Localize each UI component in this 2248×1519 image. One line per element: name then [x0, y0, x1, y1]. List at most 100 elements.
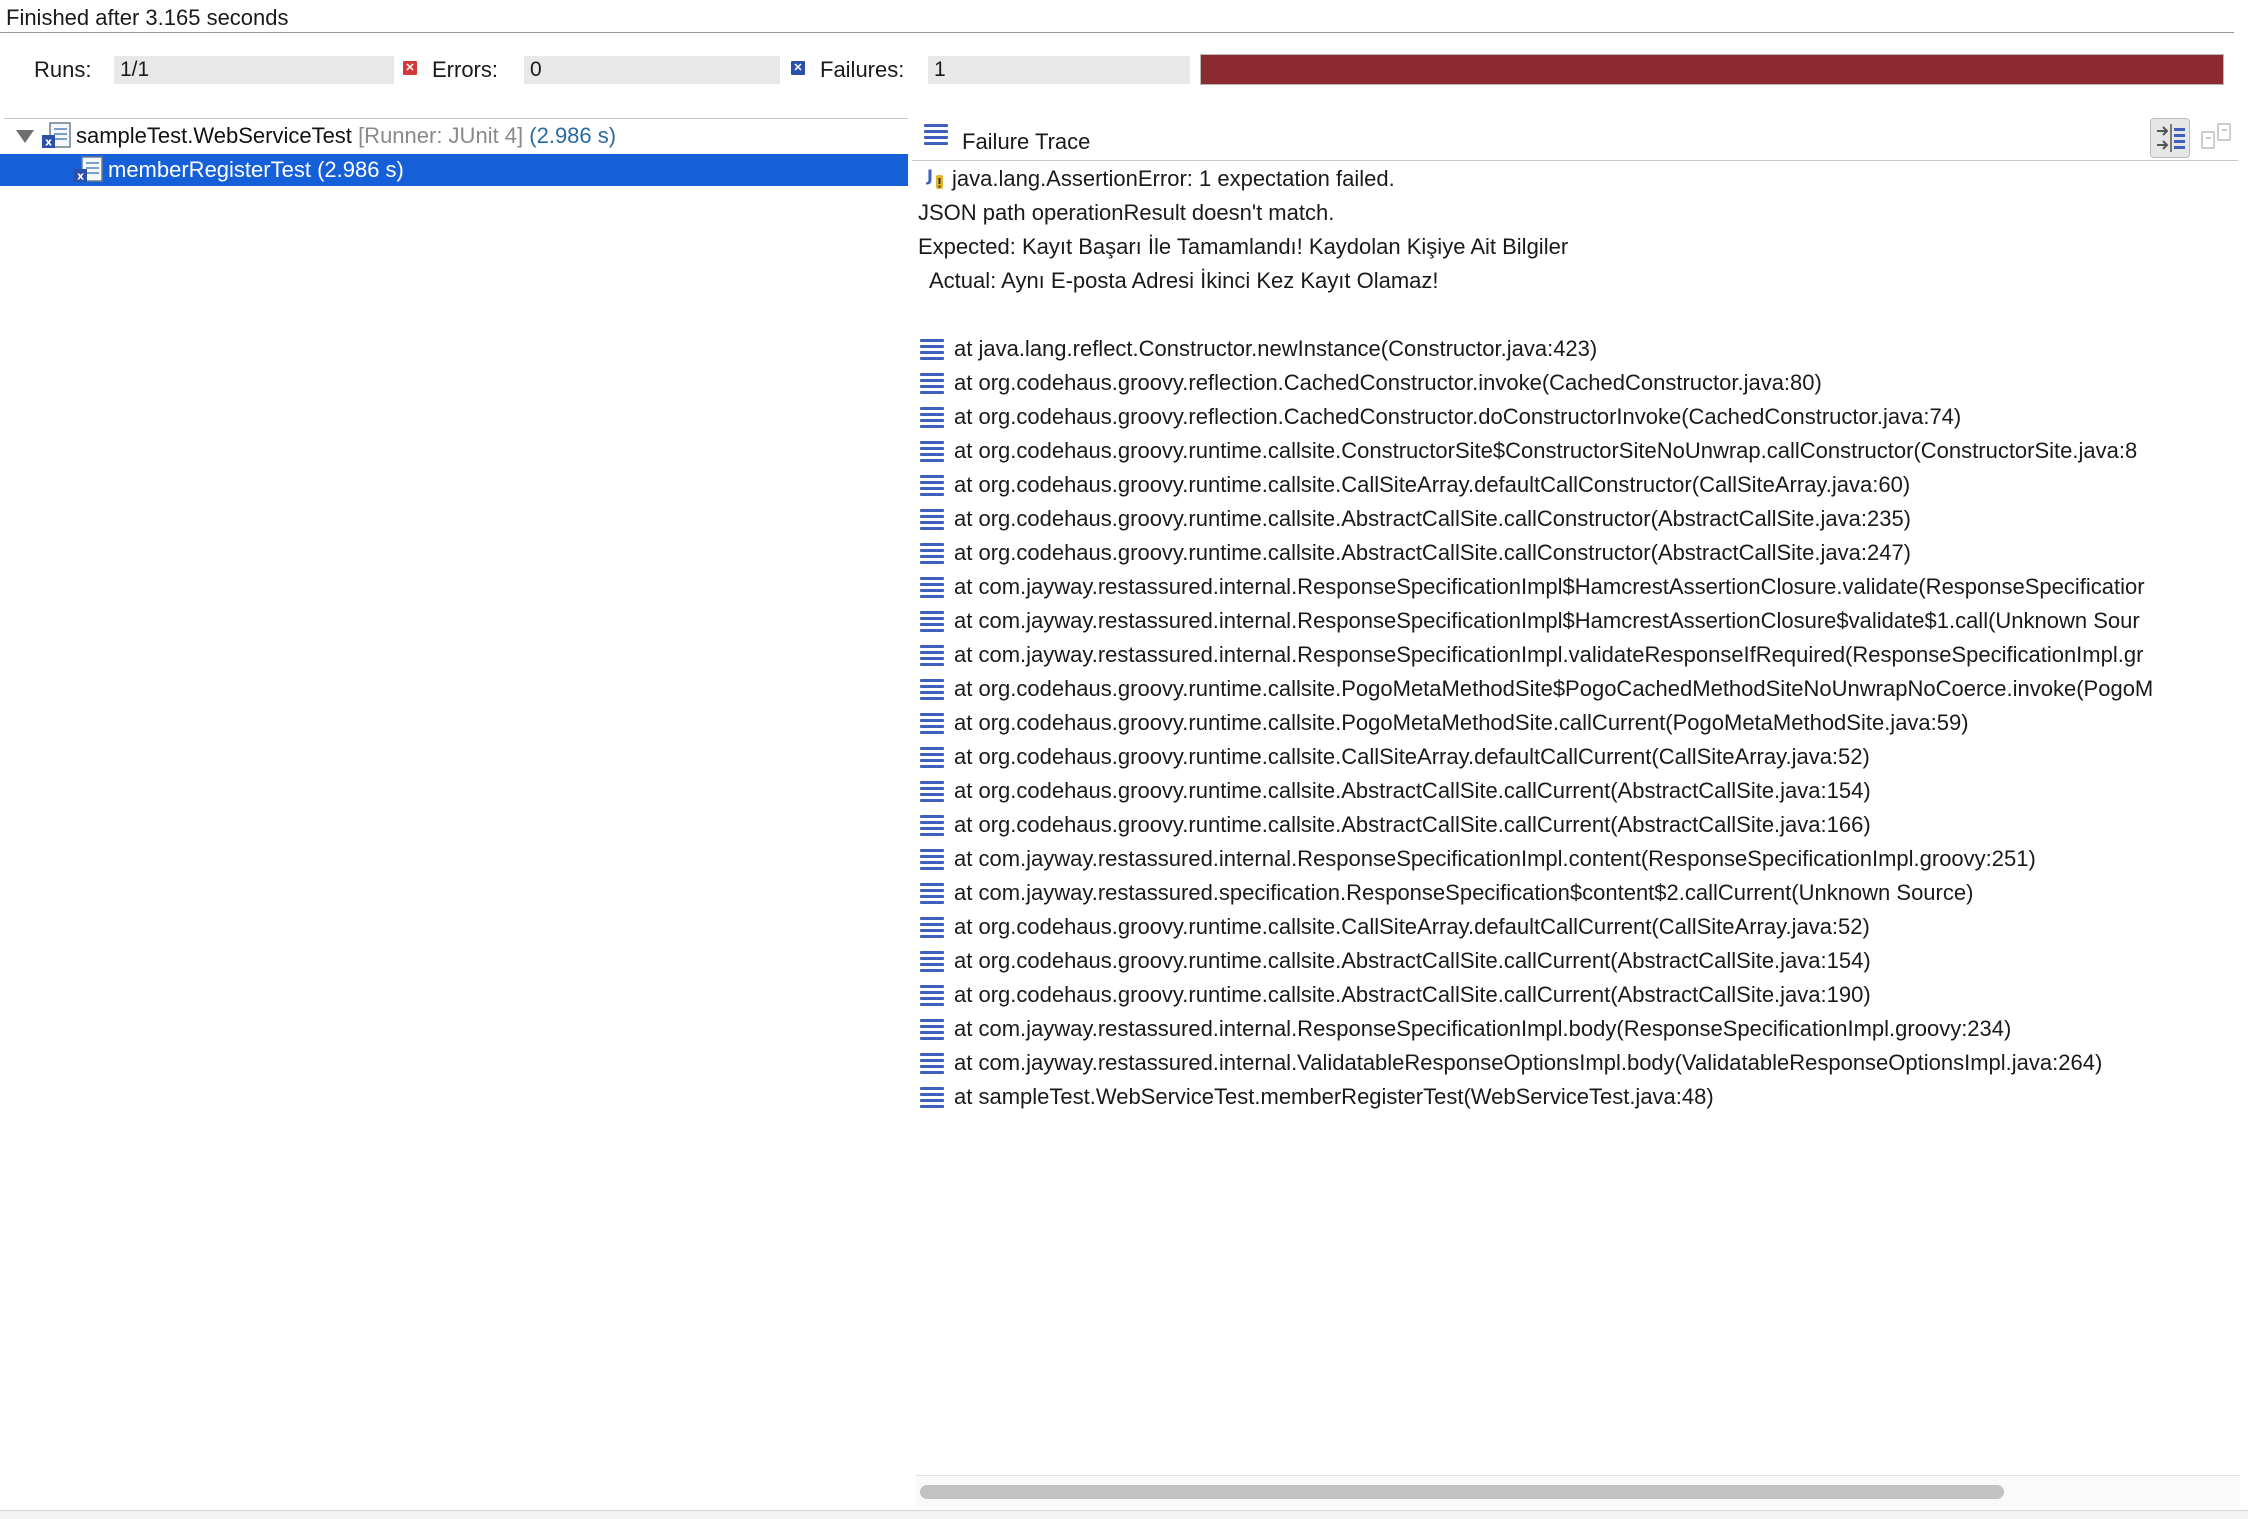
progress-fill	[1201, 55, 2223, 84]
stack-frame-icon	[920, 577, 944, 598]
stack-frame[interactable]: at org.codehaus.groovy.runtime.callsite.…	[918, 672, 2238, 706]
stack-trace-icon	[924, 124, 948, 145]
tree-item-test[interactable]: x memberRegisterTest (2.986 s)	[0, 154, 908, 186]
stack-frame-text: at com.jayway.restassured.internal.Respo…	[954, 642, 2144, 667]
stack-frame-icon	[920, 1053, 944, 1074]
stack-frame-icon	[920, 747, 944, 768]
errors-label: Errors:	[432, 57, 498, 82]
trace-title: Failure Trace	[962, 129, 1091, 154]
stack-frame[interactable]: at org.codehaus.groovy.runtime.callsite.…	[918, 910, 2238, 944]
trace-message-line[interactable]: JSON path operationResult doesn't match.	[918, 196, 2238, 230]
runs-value: 1/1	[114, 56, 394, 84]
stack-frame-text: at org.codehaus.groovy.runtime.callsite.…	[954, 676, 2154, 701]
stack-frame-text: at org.codehaus.groovy.runtime.callsite.…	[954, 540, 1912, 565]
divider	[0, 32, 2234, 33]
stack-frame[interactable]: at java.lang.reflect.Constructor.newInst…	[918, 332, 2238, 366]
stack-frame-text: at com.jayway.restassured.specification.…	[954, 880, 1974, 905]
stack-frame[interactable]: at org.codehaus.groovy.reflection.Cached…	[918, 366, 2238, 400]
stack-frame-icon	[920, 611, 944, 632]
stack-frame[interactable]: at org.codehaus.groovy.runtime.callsite.…	[918, 944, 2238, 978]
stack-frame-icon	[920, 781, 944, 802]
stack-frame[interactable]: at org.codehaus.groovy.reflection.Cached…	[918, 400, 2238, 434]
trace-message-line[interactable]: Expected: Kayıt Başarı İle Tamamlandı! K…	[918, 230, 2238, 264]
trace-message-line[interactable]: Actual: Aynı E-posta Adresi İkinci Kez K…	[918, 264, 2238, 298]
stack-frame[interactable]: at org.codehaus.groovy.runtime.callsite.…	[918, 706, 2238, 740]
stack-frame[interactable]: at org.codehaus.groovy.runtime.callsite.…	[918, 468, 2238, 502]
status-text: Finished after 3.165 seconds	[6, 5, 289, 30]
compare-results-icon	[2201, 123, 2231, 149]
stack-frame-text: at sampleTest.WebServiceTest.memberRegis…	[954, 1084, 1714, 1109]
stack-frame-text: at com.jayway.restassured.internal.Respo…	[954, 846, 2036, 871]
horizontal-scrollbar[interactable]	[916, 1475, 2240, 1506]
stack-frame-icon	[920, 543, 944, 564]
stack-frame[interactable]: at org.codehaus.groovy.runtime.callsite.…	[918, 740, 2238, 774]
stack-frame-text: at com.jayway.restassured.internal.Respo…	[954, 608, 2140, 633]
stack-frame-text: at org.codehaus.groovy.runtime.callsite.…	[954, 778, 1871, 803]
stack-frame-icon	[920, 645, 944, 666]
stack-frame-icon	[920, 407, 944, 428]
test-tree[interactable]: x sampleTest.WebServiceTest [Runner: JUn…	[0, 118, 910, 1518]
errors-value: 0	[524, 56, 780, 84]
stack-frame-icon	[920, 475, 944, 496]
stack-frame[interactable]: at com.jayway.restassured.internal.Respo…	[918, 638, 2238, 672]
svg-text:J: J	[926, 166, 933, 185]
suite-name: sampleTest.WebServiceTest	[76, 123, 352, 148]
stack-frame[interactable]: at com.jayway.restassured.internal.Respo…	[918, 604, 2238, 638]
stack-frame-icon	[920, 951, 944, 972]
stack-frame-icon	[920, 679, 944, 700]
stack-frame[interactable]: at sampleTest.WebServiceTest.memberRegis…	[918, 1080, 2238, 1114]
stack-frame-icon	[920, 509, 944, 530]
stack-frame-icon	[920, 849, 944, 870]
stack-frame-text: at org.codehaus.groovy.runtime.callsite.…	[954, 710, 1969, 735]
stack-frame[interactable]: at com.jayway.restassured.internal.Respo…	[918, 842, 2238, 876]
stack-frame-text: at org.codehaus.groovy.runtime.callsite.…	[954, 744, 1870, 769]
stack-frame-text: at org.codehaus.groovy.runtime.callsite.…	[954, 472, 1911, 497]
failures-label: Failures:	[820, 57, 905, 82]
compare-results-button[interactable]	[2198, 118, 2238, 158]
stack-frame[interactable]: at org.codehaus.groovy.runtime.callsite.…	[918, 434, 2238, 468]
expand-triangle-icon[interactable]	[16, 130, 34, 143]
stack-frame[interactable]: at com.jayway.restassured.internal.Respo…	[918, 570, 2238, 604]
stack-frame-text: at org.codehaus.groovy.runtime.callsite.…	[954, 438, 2138, 463]
test-failed-icon: x	[74, 156, 103, 183]
suite-time: (2.986 s)	[529, 123, 617, 148]
suite-label: sampleTest.WebServiceTest [Runner: JUnit…	[76, 120, 616, 152]
divider	[4, 118, 908, 119]
stack-frame-icon	[920, 1087, 944, 1108]
stack-frame[interactable]: at org.codehaus.groovy.runtime.callsite.…	[918, 502, 2238, 536]
stack-frame-text: at org.codehaus.groovy.runtime.callsite.…	[954, 982, 1871, 1007]
stack-frame-text: at com.jayway.restassured.internal.Valid…	[954, 1050, 2103, 1075]
stack-frame[interactable]: at com.jayway.restassured.internal.Valid…	[918, 1046, 2238, 1080]
stack-frame[interactable]: at com.jayway.restassured.specification.…	[918, 876, 2238, 910]
stack-frame[interactable]: at org.codehaus.groovy.runtime.callsite.…	[918, 774, 2238, 808]
runs-label: Runs:	[34, 57, 92, 82]
stack-frame-icon	[920, 713, 944, 734]
stack-frame-icon	[920, 815, 944, 836]
filter-stack-trace-button[interactable]	[2150, 118, 2190, 158]
junit-failure-icon: J	[926, 166, 943, 189]
stack-frame[interactable]: at org.codehaus.groovy.runtime.callsite.…	[918, 536, 2238, 570]
stack-frame-text: at java.lang.reflect.Constructor.newInst…	[954, 336, 1598, 361]
stack-frame-text: at com.jayway.restassured.internal.Respo…	[954, 1016, 2012, 1041]
error-message: java.lang.AssertionError: 1 expectation …	[952, 166, 1395, 191]
progress-bar	[1200, 54, 2224, 85]
svg-text:x: x	[77, 170, 84, 183]
trace-message-error[interactable]: J java.lang.AssertionError: 1 expectatio…	[918, 162, 2238, 196]
failures-value: 1	[928, 56, 1190, 84]
failure-icon: ✕	[791, 61, 805, 75]
divider	[912, 160, 2238, 161]
stack-frame[interactable]: at org.codehaus.groovy.runtime.callsite.…	[918, 808, 2238, 842]
stack-frame-text: at com.jayway.restassured.internal.Respo…	[954, 574, 2145, 599]
stack-frame-text: at org.codehaus.groovy.reflection.Cached…	[954, 404, 1962, 429]
filter-stack-trace-icon	[2157, 124, 2185, 152]
suite-runner: [Runner: JUnit 4]	[358, 123, 524, 148]
scrollbar-thumb[interactable]	[920, 1485, 2004, 1499]
stack-frame-text: at org.codehaus.groovy.reflection.Cached…	[954, 370, 1822, 395]
stack-frame[interactable]: at org.codehaus.groovy.runtime.callsite.…	[918, 978, 2238, 1012]
tree-item-suite[interactable]: x sampleTest.WebServiceTest [Runner: JUn…	[0, 120, 908, 152]
stack-frame-icon	[920, 373, 944, 394]
stack-frame[interactable]: at com.jayway.restassured.internal.Respo…	[918, 1012, 2238, 1046]
stack-frame-icon	[920, 917, 944, 938]
stack-frame-icon	[920, 1019, 944, 1040]
stack-frame-text: at org.codehaus.groovy.runtime.callsite.…	[954, 948, 1871, 973]
